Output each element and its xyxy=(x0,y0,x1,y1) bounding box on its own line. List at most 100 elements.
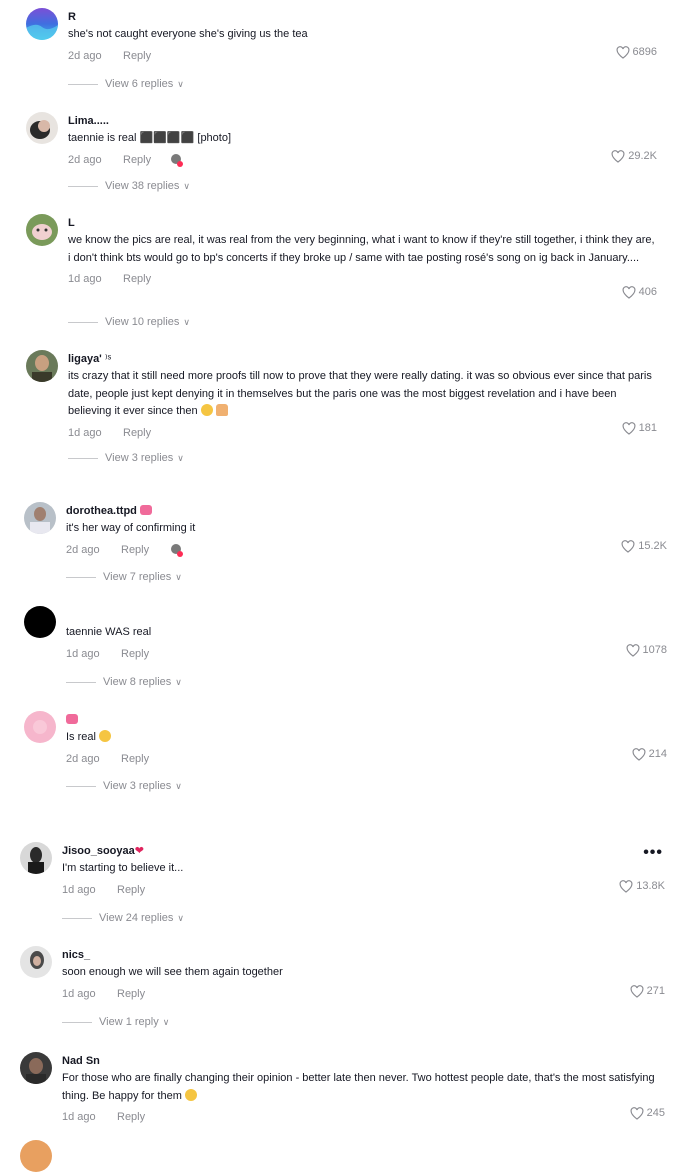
view-replies-button[interactable]: View 3 replies ∨ xyxy=(66,779,182,793)
comment-username[interactable]: nics_ xyxy=(62,948,652,962)
heart-outline-icon xyxy=(611,149,625,163)
like-button[interactable]: 271 xyxy=(630,983,665,999)
reply-button[interactable]: Reply xyxy=(123,272,151,286)
view-replies-label: View 38 replies xyxy=(105,180,180,192)
avatar[interactable] xyxy=(20,842,52,874)
view-replies-label: View 1 reply xyxy=(99,1016,159,1028)
heart-outline-icon xyxy=(632,747,646,761)
comment-text: taennie is real ⬛⬛⬛⬛ [photo] xyxy=(68,132,232,144)
chevron-down-icon: ∨ xyxy=(175,676,182,687)
divider-line xyxy=(62,917,92,919)
comment-date: 1d ago xyxy=(68,273,102,285)
chevron-down-icon: ∨ xyxy=(177,78,184,89)
view-replies-label: View 24 replies xyxy=(99,912,174,924)
view-replies-button[interactable]: View 24 replies ∨ xyxy=(62,911,184,925)
avatar[interactable] xyxy=(26,214,58,246)
avatar[interactable] xyxy=(20,946,52,978)
comment-date: 1d ago xyxy=(68,426,102,439)
view-replies-button[interactable]: View 8 replies ∨ xyxy=(66,675,182,689)
reply-button[interactable]: Reply xyxy=(121,752,149,766)
like-count: 245 xyxy=(646,1107,665,1119)
like-button[interactable]: 15.2K xyxy=(621,538,667,554)
heart-emoji-icon: ❤ xyxy=(134,845,144,857)
reply-button[interactable]: Reply xyxy=(121,543,149,557)
avatar[interactable] xyxy=(24,606,56,638)
avatar[interactable] xyxy=(26,8,58,40)
smiling-face-emoji-icon xyxy=(184,1088,197,1101)
like-count: 1078 xyxy=(642,644,667,656)
like-button[interactable]: 1078 xyxy=(626,642,667,658)
creator-like-sticker-icon xyxy=(171,543,184,557)
divider-line xyxy=(68,457,98,459)
like-button[interactable]: 406 xyxy=(622,284,657,300)
heart-outline-icon xyxy=(630,984,644,998)
comment-username[interactable] xyxy=(66,608,656,622)
comment-date: 1d ago xyxy=(62,1111,96,1123)
like-count: 29.2K xyxy=(628,150,657,162)
view-replies-button[interactable]: View 3 replies ∨ xyxy=(68,451,184,465)
like-button[interactable]: 214 xyxy=(632,746,667,762)
reply-button[interactable]: Reply xyxy=(123,49,151,63)
ribbon-emoji-icon xyxy=(66,714,78,724)
comment-username[interactable] xyxy=(66,713,656,727)
comment-date: 1d ago xyxy=(66,647,100,660)
comment-text: it's her way of confirming it xyxy=(66,522,196,534)
comment-username[interactable]: ligaya' ⁾ˢ xyxy=(68,352,656,366)
chevron-down-icon: ∨ xyxy=(183,180,190,191)
reply-button[interactable]: Reply xyxy=(123,153,151,167)
reply-button[interactable]: Reply xyxy=(123,426,151,440)
reply-button[interactable]: Reply xyxy=(121,647,149,661)
heart-outline-icon xyxy=(622,421,636,435)
like-count: 15.2K xyxy=(638,540,667,552)
comment-date: 1d ago xyxy=(62,987,96,1000)
view-replies-button[interactable]: View 1 reply ∨ xyxy=(62,1015,169,1029)
heart-outline-icon xyxy=(622,285,636,299)
avatar[interactable] xyxy=(26,350,58,382)
view-replies-label: View 8 replies xyxy=(103,676,172,688)
view-replies-button[interactable]: View 7 replies ∨ xyxy=(66,570,182,584)
more-options-icon[interactable]: ••• xyxy=(643,845,663,861)
comment-username[interactable]: dorothea.ttpd xyxy=(66,504,656,518)
like-count: 6896 xyxy=(632,46,657,58)
view-replies-label: View 6 replies xyxy=(105,78,174,90)
comment-username[interactable]: Jisoo_sooyaa❤ xyxy=(62,844,652,858)
comment-username[interactable]: R xyxy=(68,10,658,24)
comment-text: For those who are finally changing their… xyxy=(62,1072,655,1102)
like-button[interactable]: 181 xyxy=(622,420,657,436)
comment-date: 2d ago xyxy=(66,752,100,765)
reply-button[interactable]: Reply xyxy=(117,987,145,1001)
avatar[interactable] xyxy=(20,1052,52,1084)
like-count: 406 xyxy=(638,286,657,298)
view-replies-label: View 7 replies xyxy=(103,571,172,583)
comment-text: we know the pics are real, it was real f… xyxy=(68,234,655,264)
heart-outline-icon xyxy=(621,539,635,553)
comment-text: I'm starting to believe it... xyxy=(62,862,184,874)
divider-line xyxy=(66,785,96,787)
comment-text: Is real xyxy=(66,729,656,747)
comment-username[interactable]: L xyxy=(68,216,656,230)
view-replies-label: View 3 replies xyxy=(105,452,174,464)
like-button[interactable]: 245 xyxy=(630,1105,665,1121)
reply-button[interactable]: Reply xyxy=(117,1110,145,1124)
comment-text: taennie WAS real xyxy=(66,626,152,638)
like-button[interactable]: 6896 xyxy=(616,44,657,60)
heart-outline-icon xyxy=(626,643,639,657)
view-replies-label: View 10 replies xyxy=(105,316,180,328)
comment-username[interactable]: Lima..... xyxy=(68,114,658,128)
view-replies-button[interactable]: View 10 replies ∨ xyxy=(68,315,190,329)
comment-username[interactable]: Nad Sn xyxy=(62,1054,657,1068)
smiling-face-emoji-icon xyxy=(99,730,112,742)
avatar[interactable] xyxy=(24,711,56,743)
reply-button[interactable]: Reply xyxy=(117,883,145,897)
divider-line xyxy=(68,83,98,85)
comment-text: soon enough we will see them again toget… xyxy=(62,966,283,978)
view-replies-button[interactable]: View 38 replies ∨ xyxy=(68,179,190,193)
like-button[interactable]: 13.8K xyxy=(619,878,665,894)
chevron-down-icon: ∨ xyxy=(177,452,184,463)
like-button[interactable]: 29.2K xyxy=(611,148,657,164)
chevron-down-icon: ∨ xyxy=(175,571,182,582)
chevron-down-icon: ∨ xyxy=(183,316,190,327)
view-replies-button[interactable]: View 6 replies ∨ xyxy=(68,77,184,91)
avatar[interactable] xyxy=(24,502,56,534)
avatar[interactable] xyxy=(26,112,58,144)
